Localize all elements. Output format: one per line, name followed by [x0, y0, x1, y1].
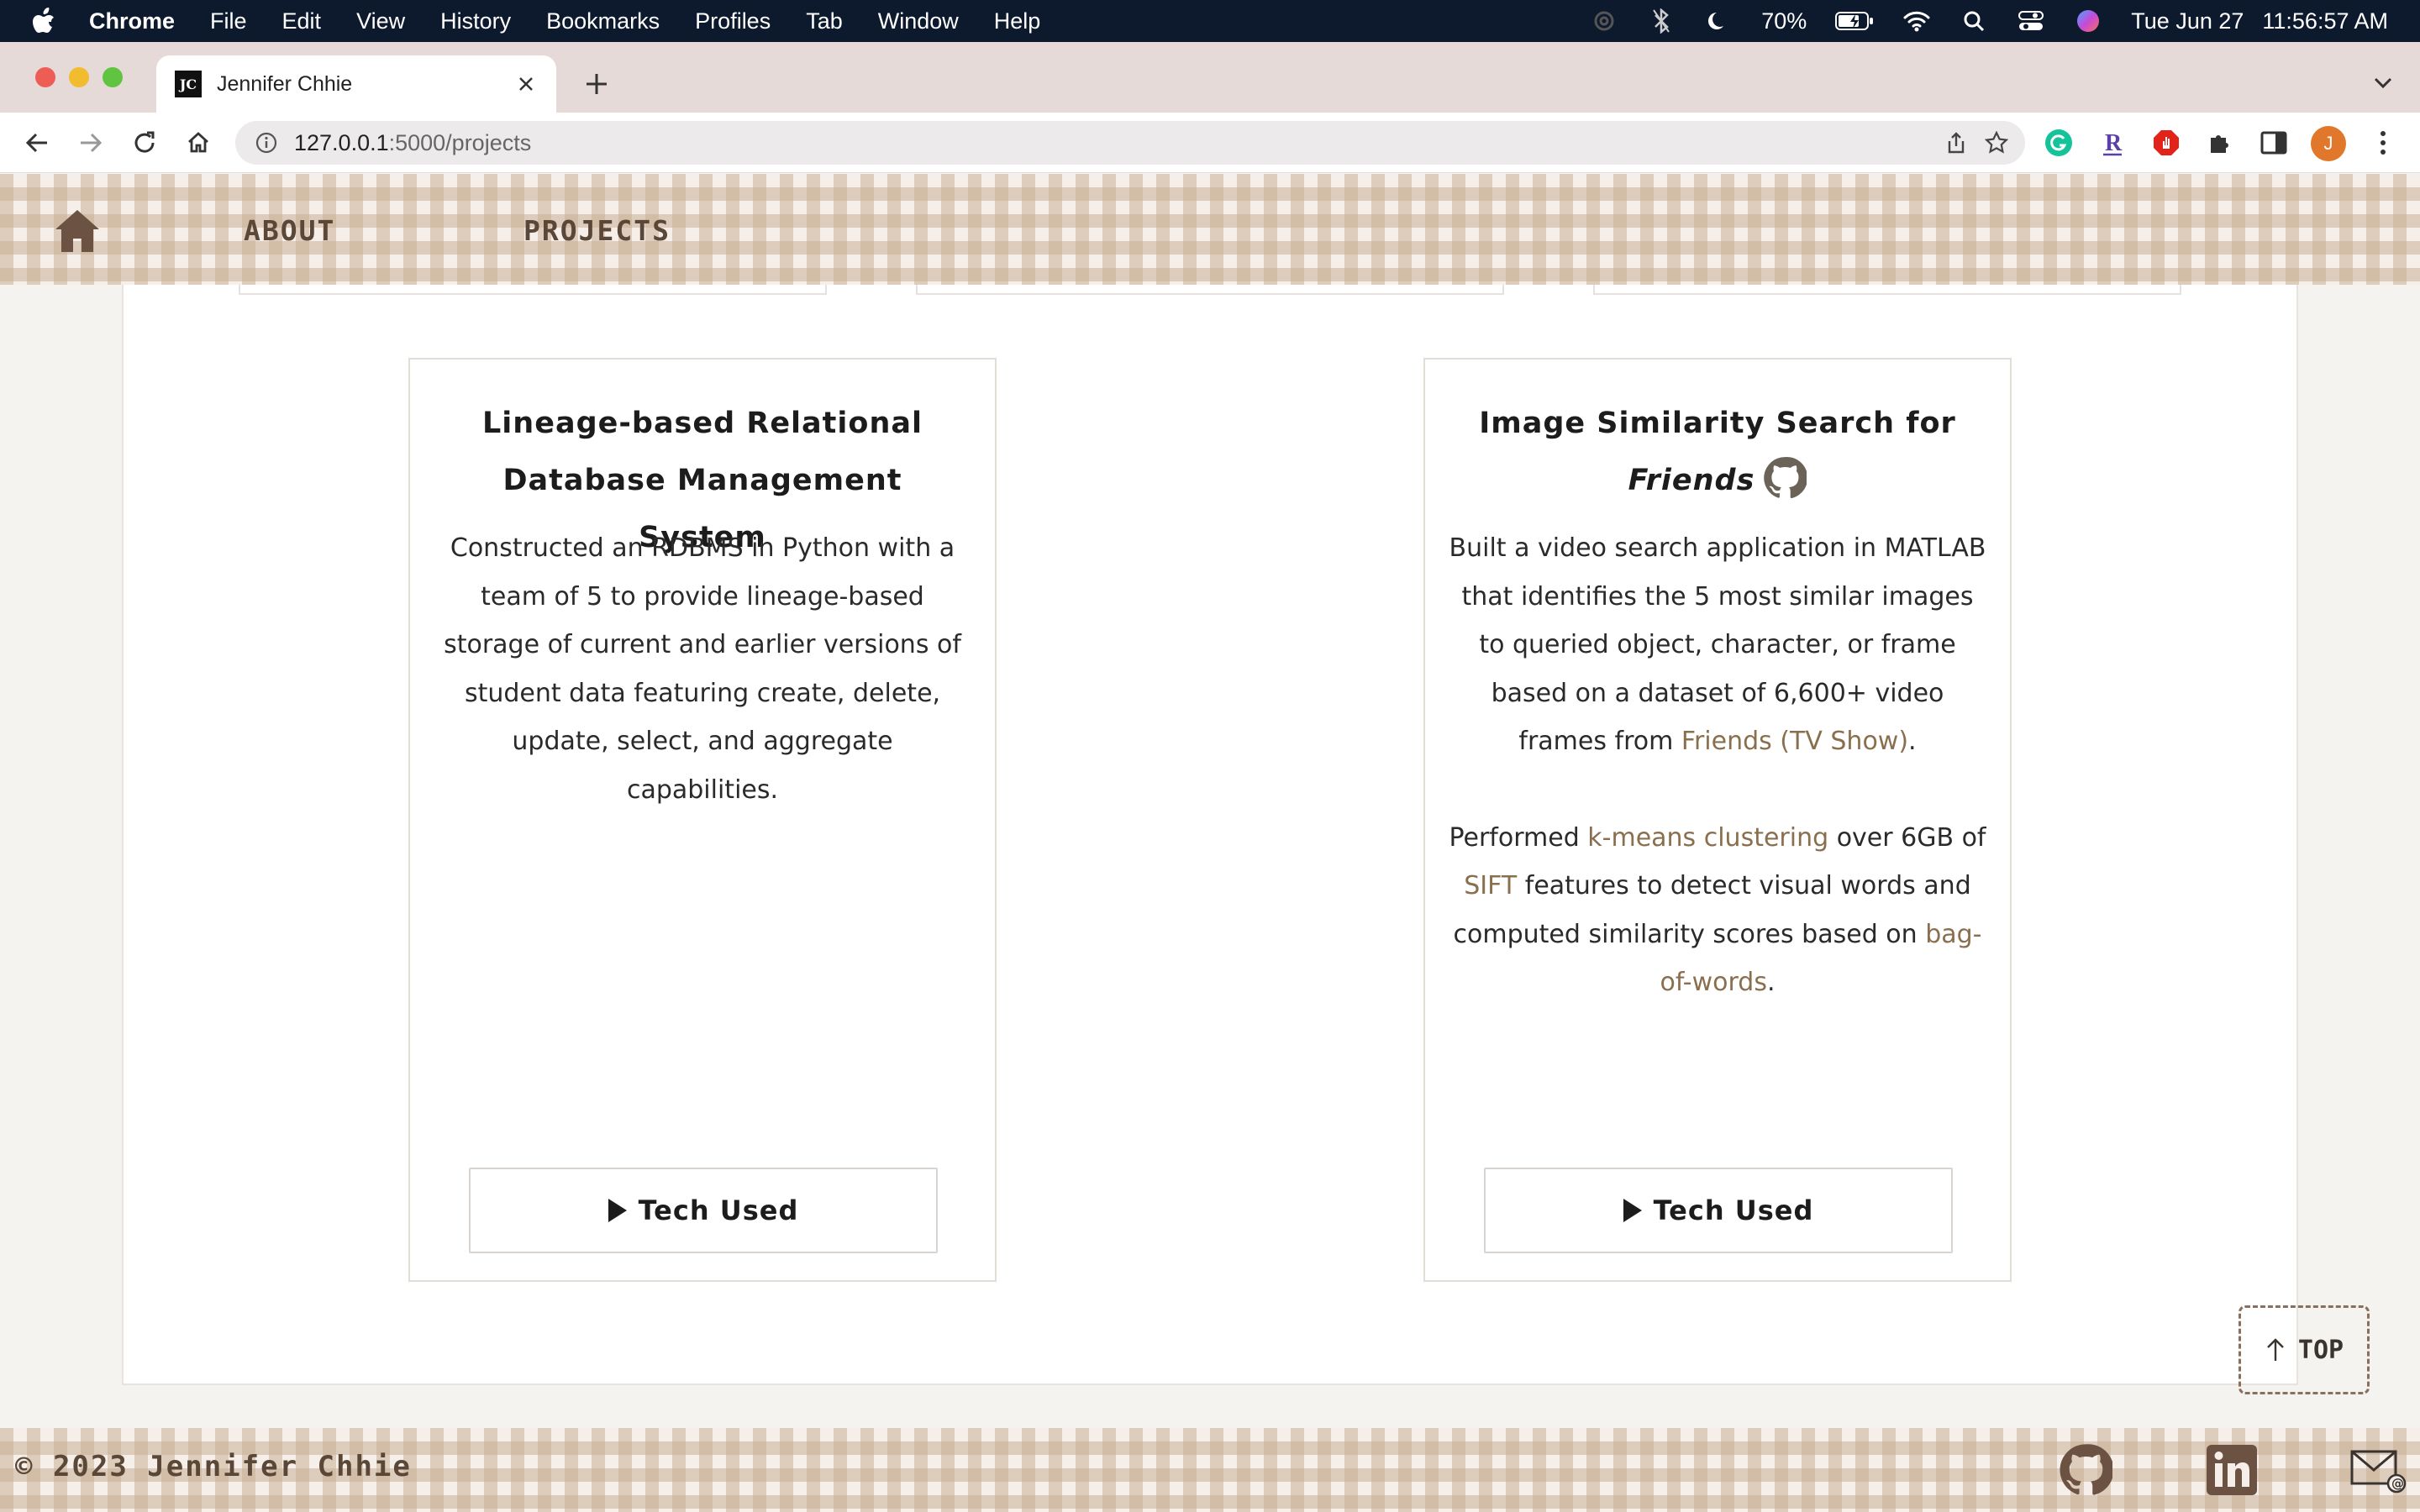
description-text: .	[1766, 968, 1776, 997]
friends-tv-show-link[interactable]: Friends (TV Show)	[1681, 727, 1908, 756]
previous-card-edge	[239, 285, 827, 295]
previous-card-edge	[916, 285, 1504, 295]
url-text[interactable]: 127.0.0.1:5000/projects	[294, 130, 531, 156]
battery-percent: 70%	[1761, 8, 1807, 34]
tab-search-chevron-icon[interactable]	[2370, 69, 2396, 96]
k-means-clustering-link[interactable]: k-means clustering	[1587, 823, 1828, 853]
project-title-line-2: Friends	[1628, 464, 1755, 497]
new-tab-icon[interactable]	[580, 67, 613, 101]
chrome-menu-kebab-icon[interactable]	[2368, 128, 2398, 158]
profile-avatar[interactable]: J	[2311, 126, 2346, 161]
github-footer-icon[interactable]	[2059, 1443, 2114, 1497]
site-footer: © 2023 Jennifer Chhie @	[0, 1428, 2420, 1512]
tech-used-toggle[interactable]: Tech Used	[1484, 1168, 1953, 1253]
extensions-puzzle-icon[interactable]	[2205, 128, 2235, 158]
top-label: TOP	[2297, 1335, 2344, 1365]
back-to-top-button[interactable]: TOP	[2238, 1305, 2370, 1394]
linkedin-icon[interactable]	[2205, 1443, 2259, 1497]
bluetooth-icon[interactable]	[1647, 8, 1676, 34]
spotlight-search-icon[interactable]	[1960, 8, 1988, 34]
grammarly-extension-icon[interactable]	[2044, 128, 2074, 158]
control-center-icon[interactable]	[2017, 8, 2045, 34]
bookmark-star-icon[interactable]	[1983, 129, 2010, 156]
airplay-icon[interactable]	[1590, 8, 1618, 34]
back-arrow-icon[interactable]	[20, 126, 54, 160]
siri-icon[interactable]	[2074, 8, 2102, 34]
menu-window[interactable]: Window	[878, 8, 959, 34]
menu-app-chrome[interactable]: Chrome	[89, 8, 175, 34]
svg-text:R: R	[2105, 130, 2123, 156]
do-not-disturb-icon[interactable]	[1704, 8, 1733, 34]
project-title: Image Similarity Search for Friends	[1450, 395, 1985, 509]
r-extension-icon[interactable]: R	[2097, 128, 2128, 158]
project-description: Constructed an RDBMS in Python with a te…	[444, 533, 961, 805]
menu-help[interactable]: Help	[994, 8, 1041, 34]
site-info-icon[interactable]	[254, 130, 279, 155]
menu-profiles[interactable]: Profiles	[695, 8, 771, 34]
url-path: :5000/projects	[388, 129, 532, 155]
site-navbar: ABOUT PROJECTS	[0, 174, 2420, 285]
side-panel-icon[interactable]	[2259, 128, 2289, 158]
forward-arrow-icon[interactable]	[74, 126, 108, 160]
play-triangle-icon	[608, 1199, 627, 1222]
tech-used-label: Tech Used	[1653, 1194, 1814, 1226]
description-text: Built a video search application in MATL…	[1449, 533, 1986, 756]
wifi-icon[interactable]	[1902, 8, 1931, 34]
play-triangle-icon	[1623, 1199, 1642, 1222]
nav-projects-link[interactable]: PROJECTS	[523, 214, 671, 247]
project-card-rdbms: Lineage-based Relational Database Manage…	[408, 358, 997, 1282]
menu-file[interactable]: File	[210, 8, 247, 34]
arrow-up-icon	[2267, 1338, 2284, 1361]
description-paragraph-2: Performed k-means clustering over 6GB of…	[1449, 814, 1986, 1007]
tab-close-icon[interactable]	[513, 71, 539, 97]
window-zoom-button[interactable]	[103, 67, 123, 87]
description-text: over 6GB of	[1828, 822, 1986, 853]
tab-title: Jennifer Chhie	[217, 71, 353, 96]
previous-card-edge	[1593, 285, 2181, 295]
github-icon[interactable]	[1763, 456, 1808, 500]
project-description: Built a video search application in MATL…	[1449, 524, 1986, 1007]
share-icon[interactable]	[1943, 129, 1970, 156]
nav-about-link[interactable]: ABOUT	[244, 214, 335, 247]
clock-date[interactable]: Tue Jun 27	[2131, 8, 2244, 34]
description-text: .	[1908, 727, 1917, 756]
project-card-image-similarity: Image Similarity Search for Friends Buil…	[1423, 358, 2012, 1282]
address-bar[interactable]: 127.0.0.1:5000/projects	[235, 121, 2025, 165]
adblock-extension-icon[interactable]	[2151, 128, 2181, 158]
home-button-icon[interactable]	[182, 126, 215, 160]
description-paragraph-1: Built a video search application in MATL…	[1449, 524, 1986, 766]
menu-bookmarks[interactable]: Bookmarks	[546, 8, 660, 34]
home-icon[interactable]	[54, 207, 101, 255]
reload-icon[interactable]	[128, 126, 161, 160]
svg-text:@: @	[2391, 1476, 2404, 1491]
macos-menu-bar: Chrome File Edit View History Bookmarks …	[0, 0, 2420, 42]
description-text: features to detect visual words and comp…	[1453, 871, 1971, 949]
description-text: Performed	[1449, 822, 1588, 853]
project-title-line-1: Lineage-based Relational	[482, 407, 923, 440]
email-icon[interactable]: @	[2349, 1443, 2408, 1497]
menu-view[interactable]: View	[356, 8, 405, 34]
project-title-line-1: Image Similarity Search for	[1479, 407, 1956, 440]
menu-tab[interactable]: Tab	[806, 8, 843, 34]
tech-used-toggle[interactable]: Tech Used	[469, 1168, 938, 1253]
tech-used-label: Tech Used	[638, 1194, 799, 1226]
sift-link[interactable]: SIFT	[1464, 871, 1517, 900]
copyright-text: © 2023 Jennifer Chhie	[15, 1450, 412, 1483]
url-host: 127.0.0.1	[294, 129, 389, 155]
window-minimize-button[interactable]	[69, 67, 89, 87]
battery-icon[interactable]	[1835, 8, 1874, 34]
window-close-button[interactable]	[35, 67, 55, 87]
site-favicon-icon: JC	[175, 71, 202, 97]
apple-icon[interactable]	[32, 7, 57, 35]
clock-time[interactable]: 11:56:57 AM	[2262, 8, 2388, 34]
menu-history[interactable]: History	[440, 8, 511, 34]
menu-edit[interactable]: Edit	[282, 8, 322, 34]
browser-tab-active[interactable]: JC Jennifer Chhie	[156, 55, 556, 113]
